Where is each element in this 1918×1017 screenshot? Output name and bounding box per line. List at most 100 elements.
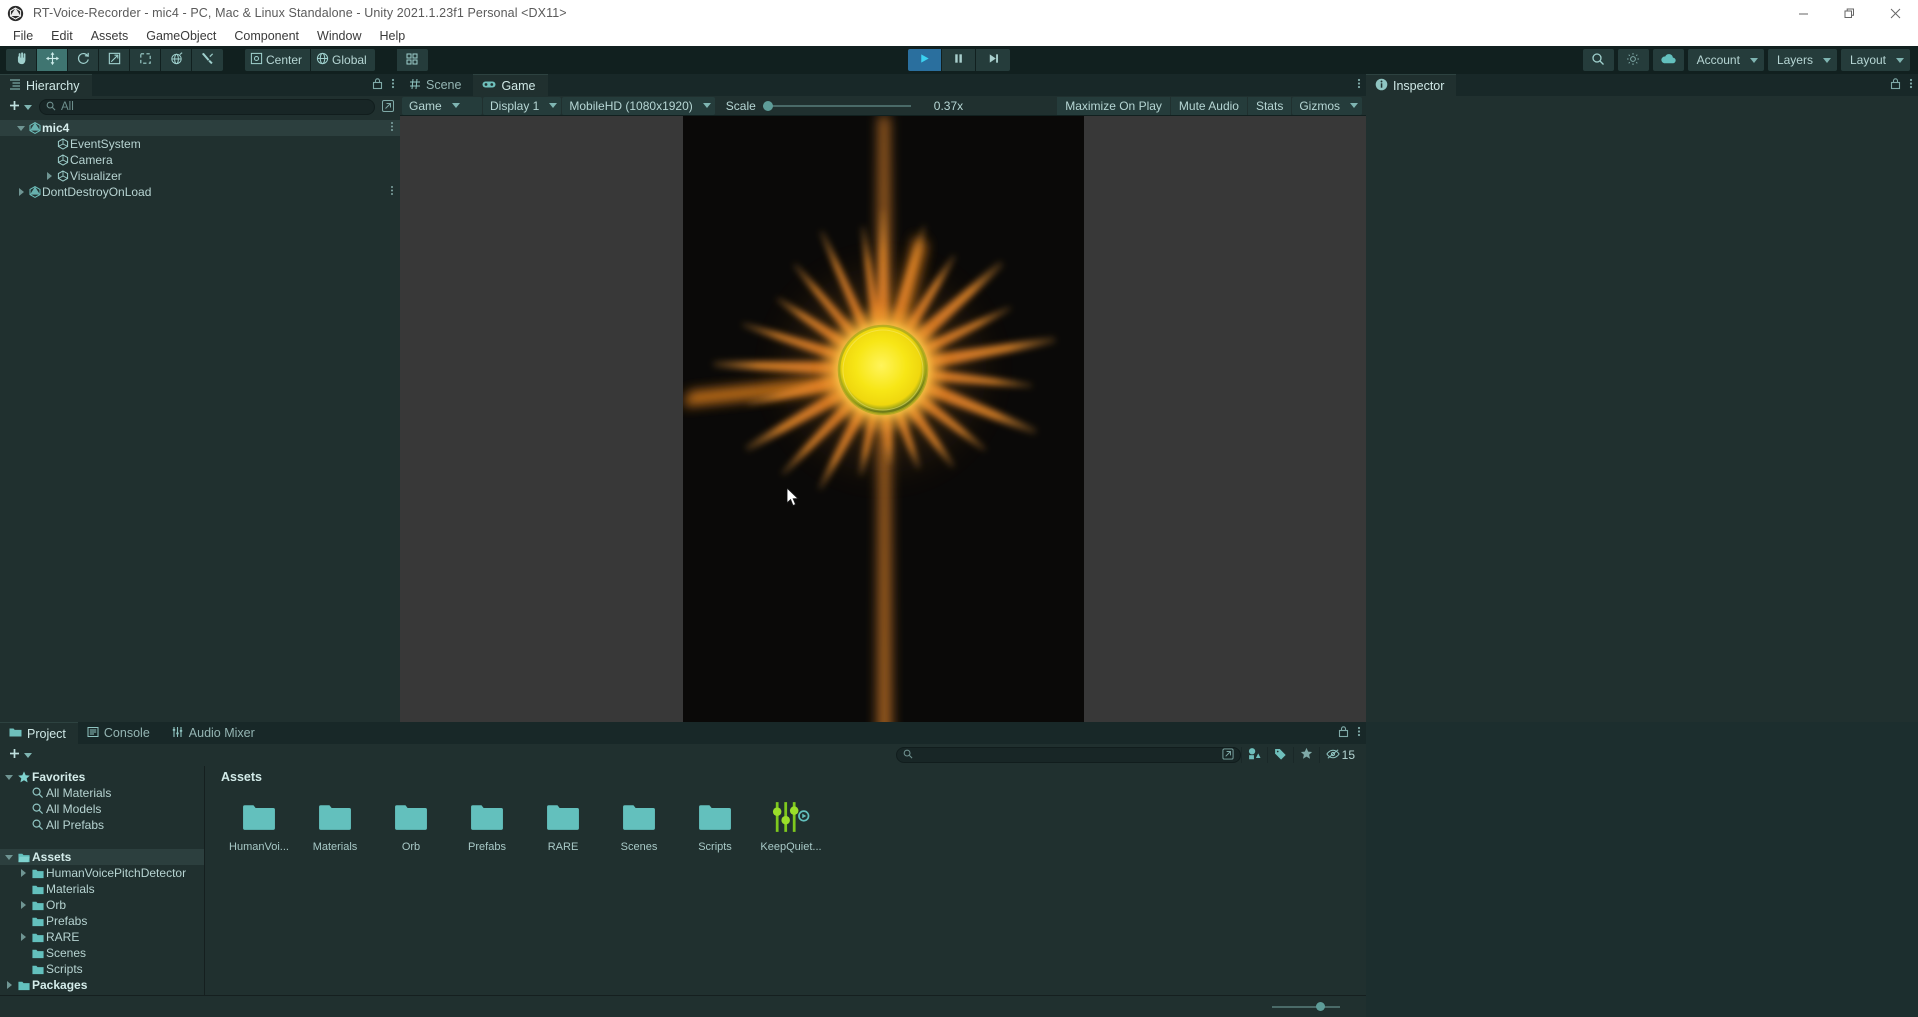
project-search-input[interactable] <box>895 747 1241 763</box>
asset-item[interactable]: Scripts <box>677 794 753 853</box>
game-viewmode-dropdown[interactable]: Game <box>402 96 482 115</box>
menu-help[interactable]: Help <box>370 27 414 45</box>
expand-arrow-icon[interactable] <box>42 171 55 181</box>
gizmo-settings-button[interactable] <box>1617 49 1649 71</box>
hand-tool-button[interactable] <box>6 49 37 71</box>
project-tree-item-all-materials[interactable]: All Materials <box>0 785 204 801</box>
expand-arrow-icon[interactable] <box>14 187 27 197</box>
kebab-menu-icon[interactable] <box>390 121 394 135</box>
step-button[interactable] <box>976 49 1010 71</box>
lock-icon[interactable] <box>372 77 383 93</box>
stats-toggle[interactable]: Stats <box>1247 96 1292 115</box>
gizmos-dropdown[interactable]: Gizmos <box>1292 96 1362 115</box>
kebab-menu-icon[interactable] <box>1909 77 1913 93</box>
menu-window[interactable]: Window <box>308 27 370 45</box>
asset-zoom-slider[interactable] <box>1272 1001 1340 1011</box>
project-tree-item-scripts[interactable]: Scripts <box>0 961 204 977</box>
tab-console[interactable]: Console <box>78 722 162 744</box>
game-resolution-dropdown[interactable]: MobileHD (1080x1920) <box>562 96 715 115</box>
restore-button[interactable] <box>1826 0 1872 26</box>
project-tree-item-packages[interactable]: Packages <box>0 977 204 993</box>
expand-arrow-icon[interactable] <box>16 900 29 910</box>
rect-tool-button[interactable] <box>130 49 161 71</box>
search-filter-icon[interactable] <box>381 99 395 116</box>
kebab-menu-icon[interactable] <box>391 77 395 93</box>
asset-zoom-knob[interactable] <box>1316 1001 1325 1011</box>
search-expand-icon[interactable] <box>1222 747 1234 763</box>
search-button[interactable] <box>1582 49 1614 71</box>
project-content[interactable]: Assets HumanVoi... Materials Orb Prefabs RAR… <box>205 766 1366 1017</box>
asset-item[interactable]: Materials <box>297 794 373 853</box>
menu-edit[interactable]: Edit <box>42 27 82 45</box>
rotate-tool-button[interactable] <box>68 49 99 71</box>
game-display-dropdown[interactable]: Display 1 <box>483 96 562 115</box>
hierarchy-search-input[interactable]: All <box>39 99 375 115</box>
hierarchy-item-eventsystem[interactable]: EventSystem <box>0 136 400 152</box>
minimize-button[interactable] <box>1780 0 1826 26</box>
expand-arrow-icon[interactable] <box>16 932 29 942</box>
mute-audio-toggle[interactable]: Mute Audio <box>1170 96 1247 115</box>
tab-project[interactable]: Project <box>0 722 78 744</box>
layers-dropdown[interactable]: Layers <box>1767 49 1837 71</box>
grid-snap-button[interactable] <box>396 49 428 71</box>
account-dropdown[interactable]: Account <box>1687 49 1764 71</box>
pause-button[interactable] <box>942 49 976 71</box>
project-tree-item-orb[interactable]: Orb <box>0 897 204 913</box>
create-asset-button[interactable] <box>5 747 35 763</box>
custom-editor-tool-button[interactable] <box>192 49 223 71</box>
project-tree-item-scenes[interactable]: Scenes <box>0 945 204 961</box>
cloud-button[interactable] <box>1652 49 1684 71</box>
close-button[interactable] <box>1872 0 1918 26</box>
asset-item[interactable]: Scenes <box>601 794 677 853</box>
kebab-menu-icon[interactable] <box>1357 77 1361 93</box>
game-view-canvas[interactable] <box>400 116 1366 744</box>
scale-tool-button[interactable] <box>99 49 130 71</box>
handle-mode-button[interactable]: Global <box>311 49 375 71</box>
move-tool-button[interactable] <box>37 49 68 71</box>
pivot-mode-button[interactable]: Center <box>245 49 312 71</box>
hierarchy-item-camera[interactable]: Camera <box>0 152 400 168</box>
filter-by-type-button[interactable] <box>1240 747 1267 763</box>
expand-arrow-icon[interactable] <box>2 980 15 990</box>
tab-hierarchy[interactable]: Hierarchy <box>0 74 92 96</box>
project-tree-item-materials[interactable]: Materials <box>0 881 204 897</box>
kebab-menu-icon[interactable] <box>390 185 394 199</box>
asset-item[interactable]: Prefabs <box>449 794 525 853</box>
layout-dropdown[interactable]: Layout <box>1840 49 1910 71</box>
lock-icon[interactable] <box>1890 77 1901 93</box>
menu-component[interactable]: Component <box>225 27 308 45</box>
play-button[interactable] <box>908 49 942 71</box>
asset-item[interactable]: RARE <box>525 794 601 853</box>
menu-gameobject[interactable]: GameObject <box>137 27 225 45</box>
project-tree-item-all-models[interactable]: All Models <box>0 801 204 817</box>
collapse-arrow-icon[interactable] <box>2 772 15 782</box>
hierarchy-item-mic4[interactable]: mic4 <box>0 120 400 136</box>
transform-tool-button[interactable] <box>161 49 192 71</box>
project-tree-item-assets[interactable]: Assets <box>0 849 204 865</box>
asset-item[interactable]: Orb <box>373 794 449 853</box>
tab-game[interactable]: Game <box>473 74 548 96</box>
asset-item[interactable]: HumanVoi... <box>221 794 297 853</box>
hierarchy-item-visualizer[interactable]: Visualizer <box>0 168 400 184</box>
create-gameobject-button[interactable] <box>5 99 35 115</box>
project-tree-item-rare[interactable]: RARE <box>0 929 204 945</box>
asset-item[interactable]: KeepQuiet... <box>753 794 829 853</box>
menu-file[interactable]: File <box>4 27 42 45</box>
scale-slider[interactable] <box>762 100 911 111</box>
collapse-arrow-icon[interactable] <box>2 852 15 862</box>
project-tree-item-humanvoicepitchdetector[interactable]: HumanVoicePitchDetector <box>0 865 204 881</box>
filter-favorites-button[interactable] <box>1292 747 1319 763</box>
project-tree-item-prefabs[interactable]: Prefabs <box>0 913 204 929</box>
expand-arrow-icon[interactable] <box>16 868 29 878</box>
hierarchy-item-dontdestroyonload[interactable]: DontDestroyOnLoad <box>0 184 400 200</box>
maximize-on-play-toggle[interactable]: Maximize On Play <box>1057 96 1170 115</box>
collapse-arrow-icon[interactable] <box>14 123 27 133</box>
hidden-assets-indicator[interactable]: 15 <box>1318 747 1361 763</box>
tab-inspector[interactable]: Inspector <box>1366 74 1457 96</box>
scale-slider-knob[interactable] <box>762 100 773 111</box>
tab-audio-mixer[interactable]: Audio Mixer <box>162 722 267 744</box>
tab-scene[interactable]: Scene <box>400 74 473 96</box>
game-render-area[interactable] <box>683 116 1084 744</box>
project-tree-item-favorites[interactable]: Favorites <box>0 769 204 785</box>
kebab-menu-icon[interactable] <box>1357 725 1361 741</box>
